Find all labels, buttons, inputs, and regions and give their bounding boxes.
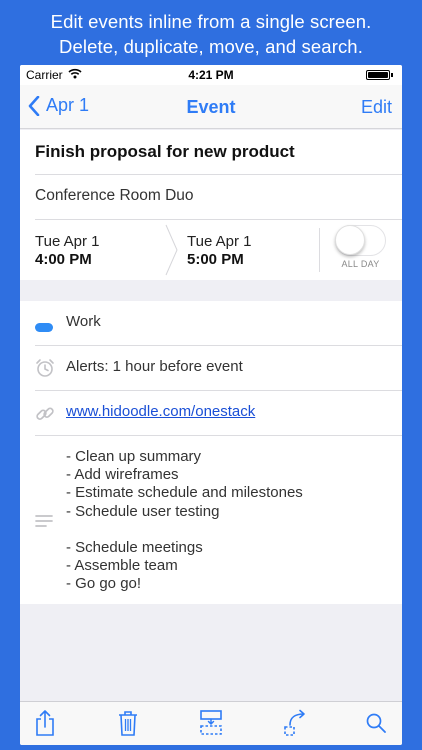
end-time: 5:00 PM [187, 251, 244, 268]
divider [319, 228, 320, 272]
navigation-bar: Apr 1 Event Edit [20, 85, 402, 129]
bottom-toolbar [20, 701, 402, 745]
start-time: 4:00 PM [35, 251, 92, 268]
event-dates-row: Tue Apr 1 4:00 PM Tue Apr 1 5:00 PM ALL … [20, 220, 402, 280]
event-details-card: Finish proposal for new product Conferen… [20, 130, 402, 280]
toggle-knob [335, 225, 365, 255]
alert-text: Alerts: 1 hour before event [66, 358, 243, 375]
move-icon[interactable] [283, 709, 309, 742]
edit-button[interactable]: Edit [361, 97, 392, 118]
notes-icon [35, 514, 53, 533]
event-location-row[interactable]: Conference Room Duo [20, 175, 402, 219]
promo-banner: Edit events inline from a single screen.… [0, 0, 422, 64]
calendar-row[interactable]: Work [20, 301, 402, 345]
duplicate-icon[interactable] [199, 709, 223, 742]
event-url-link[interactable]: www.hidoodle.com/onestack [66, 403, 255, 420]
end-datetime[interactable]: Tue Apr 1 5:00 PM [187, 233, 251, 269]
link-icon [35, 404, 55, 429]
url-row: www.hidoodle.com/onestack [20, 391, 402, 435]
calendar-name: Work [66, 313, 101, 330]
alert-row[interactable]: Alerts: 1 hour before event [20, 346, 402, 390]
status-time: 4:21 PM [188, 68, 234, 82]
event-title-row[interactable]: Finish proposal for new product [20, 130, 402, 174]
event-title: Finish proposal for new product [35, 142, 295, 161]
phone-screen: Carrier 4:21 PM Apr 1 Event Edit Finish … [20, 65, 402, 745]
banner-line-2: Delete, duplicate, move, and search. [59, 36, 363, 57]
trash-icon[interactable] [117, 709, 139, 742]
alarm-clock-icon [35, 358, 55, 383]
event-location: Conference Room Duo [35, 187, 194, 204]
notes-row[interactable]: - Clean up summary - Add wireframes - Es… [20, 436, 402, 604]
event-notes: - Clean up summary - Add wireframes - Es… [66, 448, 303, 593]
start-date: Tue Apr 1 [35, 233, 100, 250]
share-icon[interactable] [34, 709, 56, 742]
page-title: Event [186, 97, 236, 117]
search-icon[interactable] [365, 709, 387, 742]
battery-icon [366, 70, 393, 80]
chevron-right-icon [165, 224, 178, 276]
calendar-color-icon [35, 319, 53, 337]
all-day-toggle[interactable] [335, 225, 386, 256]
status-bar: Carrier 4:21 PM [20, 65, 402, 85]
all-day-label: ALL DAY [341, 259, 380, 269]
banner-line-1: Edit events inline from a single screen. [50, 11, 372, 32]
event-info-card: Work Alerts: 1 hour before event www.hid… [20, 301, 402, 604]
end-date: Tue Apr 1 [187, 233, 252, 250]
start-datetime[interactable]: Tue Apr 1 4:00 PM [35, 233, 99, 269]
